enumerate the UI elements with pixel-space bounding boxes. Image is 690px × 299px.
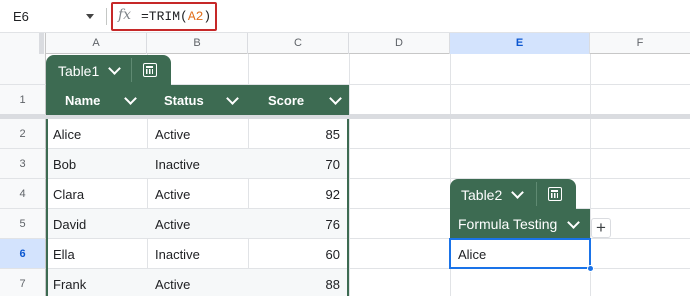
cell-e6-value: Alice [458,247,487,262]
divider [131,58,132,82]
cell-c4[interactable]: 92 [248,187,340,202]
header-label: Score [268,93,305,108]
cell-a6[interactable]: Ella [53,247,75,262]
header-label: Status [164,93,204,108]
fx-icon: fx [118,7,132,23]
cell-c2[interactable]: 85 [248,127,340,142]
row-header-4[interactable]: 4 [0,179,46,209]
cell-a7[interactable]: Frank [53,277,86,292]
row-header-2[interactable]: 2 [0,119,46,149]
cell-b6[interactable]: Inactive [155,247,200,262]
cell-c5[interactable]: 76 [248,217,340,232]
table1-header-status[interactable]: Status [147,85,248,115]
table1-body [46,119,349,296]
divider [536,182,537,206]
column-header-c[interactable]: C [248,33,349,54]
cell-b2[interactable]: Active [155,127,190,142]
column-header-bar: A B C D E F [0,33,690,54]
chevron-down-icon[interactable] [511,186,524,199]
cell-b5[interactable]: Active [155,217,190,232]
cell-a4[interactable]: Clara [53,187,84,202]
selected-cell-e6[interactable]: Alice [449,238,591,269]
cell-b4[interactable]: Active [155,187,190,202]
add-column-button[interactable]: + [591,218,611,238]
select-all-corner[interactable] [0,33,46,54]
table2-header-formula-testing[interactable]: Formula Testing [450,209,590,239]
column-header-f[interactable]: F [590,33,690,54]
cell-b7[interactable]: Active [155,277,190,292]
formula-bar: E6 fx =TRIM(A2) [0,0,690,33]
cell-a3[interactable]: Bob [53,157,76,172]
cell-b3[interactable]: Inactive [155,157,200,172]
chevron-down-icon[interactable] [329,92,342,105]
row-header-3[interactable]: 3 [0,149,46,179]
chevron-down-icon[interactable] [124,92,137,105]
chevron-down-icon[interactable] [226,92,239,105]
chevron-down-icon[interactable] [86,14,94,19]
column-header-d[interactable]: D [349,33,450,54]
row-header-6[interactable]: 6 [0,239,46,269]
name-box[interactable]: E6 [0,4,104,28]
cell-a5[interactable]: David [53,217,86,232]
table1-tab[interactable]: Table1 [46,55,171,85]
row-header-spacer [0,54,46,85]
column-header-b[interactable]: B [147,33,248,54]
row-header-1[interactable]: 1 [0,85,46,115]
name-box-value: E6 [13,9,29,24]
formula-suffix: ) [203,9,212,24]
cell-c3[interactable]: 70 [248,157,340,172]
divider [106,8,107,25]
formula-input[interactable]: =TRIM(A2) [141,9,211,24]
table2-name: Table2 [461,187,503,203]
header-label: Formula Testing [458,216,558,232]
cell-c7[interactable]: 88 [248,277,340,292]
cell-a2[interactable]: Alice [53,127,81,142]
fill-handle[interactable] [587,265,594,272]
table1-header-name[interactable]: Name [46,85,147,115]
gridline [349,54,350,296]
header-label: Name [65,93,101,108]
table1-header-score[interactable]: Score [248,85,349,115]
table-calculator-icon[interactable] [548,187,562,201]
column-header-a[interactable]: A [46,33,147,54]
chevron-down-icon[interactable] [108,62,121,75]
row-header-5[interactable]: 5 [0,209,46,239]
formula-reference: A2 [187,9,204,24]
chevron-down-icon[interactable] [567,216,580,229]
cell-c6[interactable]: 60 [248,247,340,262]
column-header-e[interactable]: E [450,33,590,54]
table1-name: Table1 [58,63,100,79]
table2-tab[interactable]: Table2 [450,179,576,209]
row-header-7[interactable]: 7 [0,269,46,296]
formula-prefix: =TRIM( [141,9,188,24]
table-calculator-icon[interactable] [143,63,157,77]
